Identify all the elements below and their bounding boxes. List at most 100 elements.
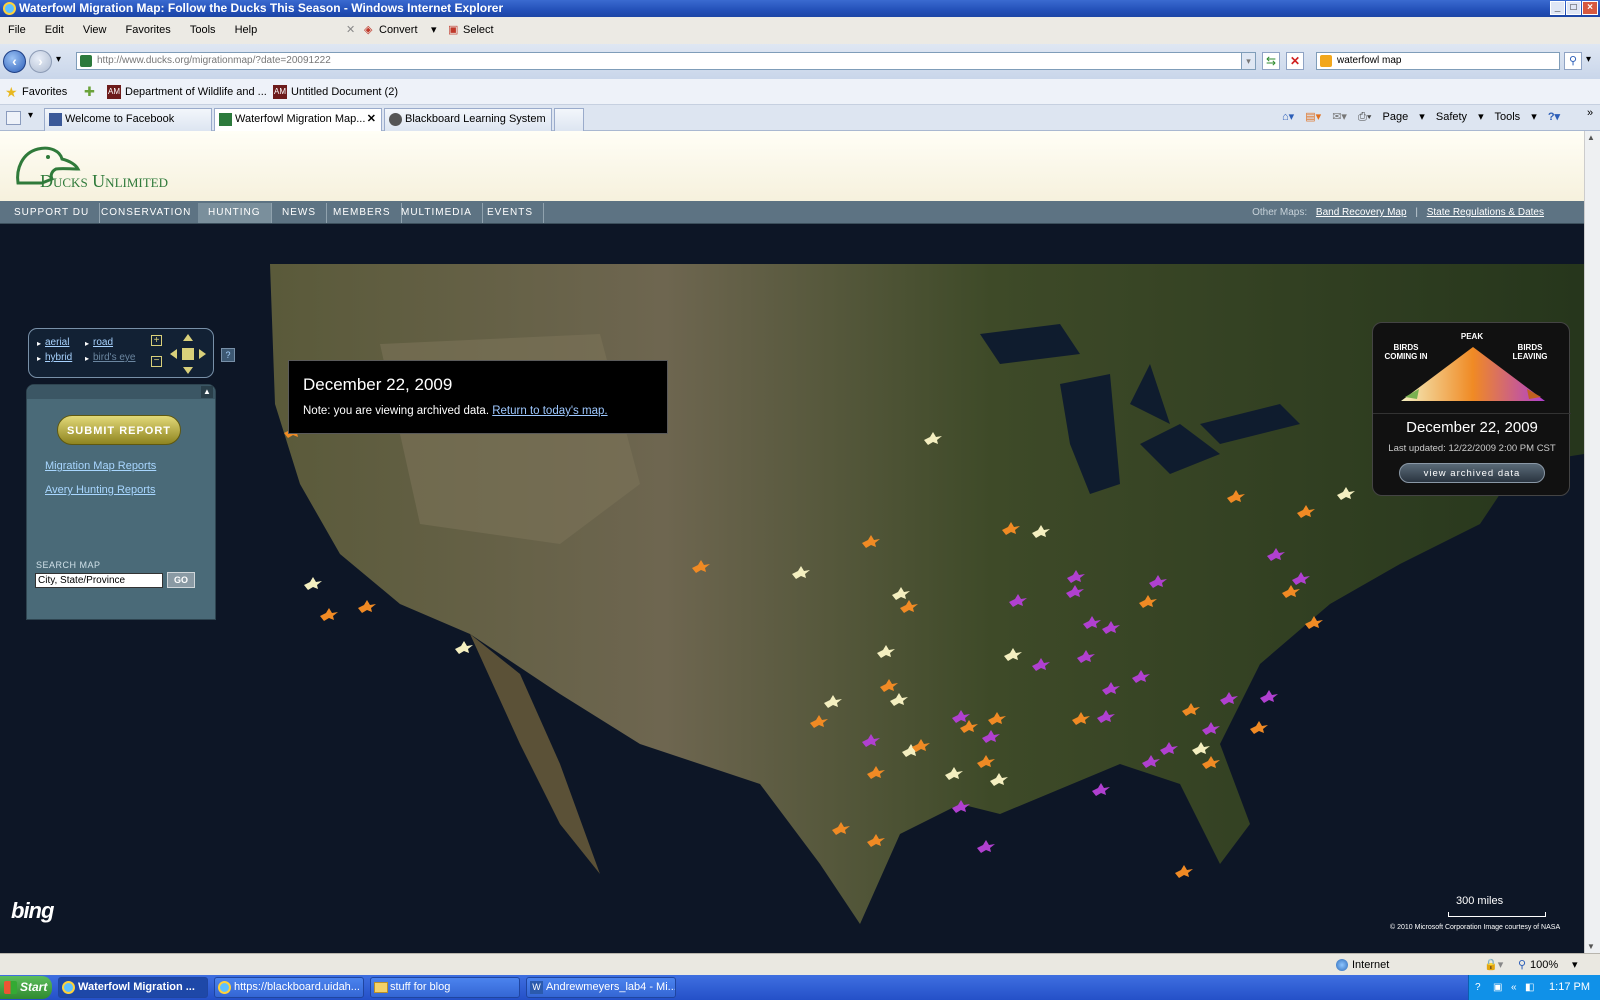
duck-marker-icon[interactable] <box>320 608 338 621</box>
convert-dropdown-icon[interactable]: ▾ <box>431 17 437 44</box>
close-button[interactable]: × <box>1582 1 1598 15</box>
aerial-view-link[interactable]: aerial <box>45 337 69 348</box>
stop-icon[interactable]: ✕ <box>1286 52 1304 70</box>
back-button[interactable]: ‹ <box>3 50 26 73</box>
zoom-out-icon[interactable]: − <box>151 356 162 367</box>
duck-marker-icon[interactable] <box>1097 710 1115 723</box>
minimize-button[interactable]: _ <box>1550 1 1565 15</box>
zoom-dropdown-icon[interactable]: ▾ <box>1572 954 1578 976</box>
duck-marker-icon[interactable] <box>1032 658 1050 671</box>
nav-multimedia[interactable]: MULTIMEDIA <box>391 203 483 223</box>
duck-marker-icon[interactable] <box>1077 650 1095 663</box>
avery-hunting-reports-link[interactable]: Avery Hunting Reports <box>45 484 155 496</box>
return-today-link[interactable]: Return to today's map. <box>492 405 607 417</box>
nav-members[interactable]: MEMBERS <box>323 203 402 223</box>
taskbar-item[interactable]: Waterfowl Migration ... <box>58 977 208 998</box>
duck-marker-icon[interactable] <box>1002 522 1020 535</box>
forward-button[interactable]: › <box>29 50 52 73</box>
menu-file[interactable]: File <box>8 24 26 36</box>
du-logo[interactable]: Ducks Unlimited <box>12 139 222 193</box>
duck-marker-icon[interactable] <box>1083 616 1101 629</box>
duck-marker-icon[interactable] <box>1250 721 1268 734</box>
duck-marker-icon[interactable] <box>892 587 910 600</box>
history-dropdown-icon[interactable]: ▾ <box>56 54 61 65</box>
band-recovery-link[interactable]: Band Recovery Map <box>1316 207 1407 218</box>
duck-marker-icon[interactable] <box>1202 756 1220 769</box>
nav-support[interactable]: SUPPORT DU <box>4 203 101 223</box>
volume-icon[interactable]: ◧ <box>1525 975 1534 1000</box>
duck-marker-icon[interactable] <box>692 560 710 573</box>
duck-marker-icon[interactable] <box>952 800 970 813</box>
duck-marker-icon[interactable] <box>867 834 885 847</box>
scroll-down-icon[interactable]: ▼ <box>1587 942 1595 951</box>
tab-blackboard[interactable]: Blackboard Learning System <box>384 108 552 131</box>
duck-marker-icon[interactable] <box>358 600 376 613</box>
duck-marker-icon[interactable] <box>1092 783 1110 796</box>
help-icon[interactable]: ?▾ <box>1548 111 1560 123</box>
select-button[interactable]: Select <box>463 17 494 44</box>
duck-marker-icon[interactable] <box>1292 572 1310 585</box>
duck-marker-icon[interactable] <box>792 566 810 579</box>
duck-marker-icon[interactable] <box>877 645 895 658</box>
duck-marker-icon[interactable] <box>304 577 322 590</box>
duck-marker-icon[interactable] <box>1132 670 1150 683</box>
scroll-up-icon[interactable]: ▲ <box>1587 133 1595 142</box>
address-dropdown-icon[interactable]: ▾ <box>1241 53 1255 69</box>
state-regulations-link[interactable]: State Regulations & Dates <box>1427 207 1544 218</box>
duck-marker-icon[interactable] <box>1160 742 1178 755</box>
duck-marker-icon[interactable] <box>924 432 942 445</box>
submit-report-button[interactable]: SUBMIT REPORT <box>57 415 181 445</box>
duck-marker-icon[interactable] <box>945 767 963 780</box>
migration-map-reports-link[interactable]: Migration Map Reports <box>45 460 156 472</box>
duck-marker-icon[interactable] <box>960 720 978 733</box>
menu-tools[interactable]: Tools <box>190 24 216 36</box>
nav-news[interactable]: NEWS <box>272 203 327 223</box>
page-menu[interactable]: Page ▾ <box>1383 111 1425 123</box>
duck-marker-icon[interactable] <box>1305 616 1323 629</box>
duck-marker-icon[interactable] <box>1149 575 1167 588</box>
duck-marker-icon[interactable] <box>1220 692 1238 705</box>
taskbar-item[interactable]: https://blackboard.uidah... <box>214 977 364 998</box>
collapse-panel-icon[interactable]: ▲ <box>201 386 213 398</box>
favorite-item[interactable]: Untitled Document (2) <box>291 79 398 105</box>
home-icon[interactable]: ⌂▾ <box>1282 111 1294 123</box>
search-go-button[interactable]: GO <box>167 572 195 588</box>
duck-marker-icon[interactable] <box>1142 755 1160 768</box>
duck-marker-icon[interactable] <box>867 766 885 779</box>
duck-marker-icon[interactable] <box>810 715 828 728</box>
duck-marker-icon[interactable] <box>1175 865 1193 878</box>
safety-menu[interactable]: Safety ▾ <box>1436 111 1484 123</box>
duck-marker-icon[interactable] <box>1282 585 1300 598</box>
convert-button[interactable]: Convert <box>379 17 418 44</box>
nav-conservation[interactable]: CONSERVATION <box>91 203 203 223</box>
page-scrollbar[interactable]: ▲ ▼ <box>1584 131 1600 953</box>
duck-marker-icon[interactable] <box>1066 585 1084 598</box>
map-help-button[interactable]: ? <box>221 348 235 362</box>
print-icon[interactable]: ⎙▾ <box>1358 111 1371 123</box>
zoom-level[interactable]: 100% <box>1530 954 1558 976</box>
duck-marker-icon[interactable] <box>1227 490 1245 503</box>
new-tab-button[interactable] <box>554 108 584 131</box>
duck-marker-icon[interactable] <box>832 822 850 835</box>
favorite-item[interactable]: Department of Wildlife and ... <box>125 79 267 105</box>
close-toolbar-icon[interactable]: ✕ <box>346 17 355 44</box>
address-input[interactable]: http://www.ducks.org/migrationmap/?date=… <box>76 52 1256 70</box>
duck-marker-icon[interactable] <box>988 712 1006 725</box>
menu-favorites[interactable]: Favorites <box>126 24 171 36</box>
duck-marker-icon[interactable] <box>1009 594 1027 607</box>
duck-marker-icon[interactable] <box>1297 505 1315 518</box>
duck-marker-icon[interactable] <box>912 739 930 752</box>
duck-marker-icon[interactable] <box>862 535 880 548</box>
duck-marker-icon[interactable] <box>1102 621 1120 634</box>
duck-marker-icon[interactable] <box>890 693 908 706</box>
favorites-button[interactable]: Favorites <box>22 79 67 105</box>
duck-marker-icon[interactable] <box>990 773 1008 786</box>
show-hidden-icons[interactable]: « <box>1511 975 1517 1000</box>
duck-marker-icon[interactable] <box>1267 548 1285 561</box>
duck-marker-icon[interactable] <box>1192 742 1210 755</box>
birdseye-view-link[interactable]: bird's eye <box>93 352 136 363</box>
duck-marker-icon[interactable] <box>1102 682 1120 695</box>
start-button[interactable]: Start <box>0 976 52 999</box>
menu-view[interactable]: View <box>83 24 107 36</box>
search-options-icon[interactable]: ▾ <box>1586 54 1591 65</box>
